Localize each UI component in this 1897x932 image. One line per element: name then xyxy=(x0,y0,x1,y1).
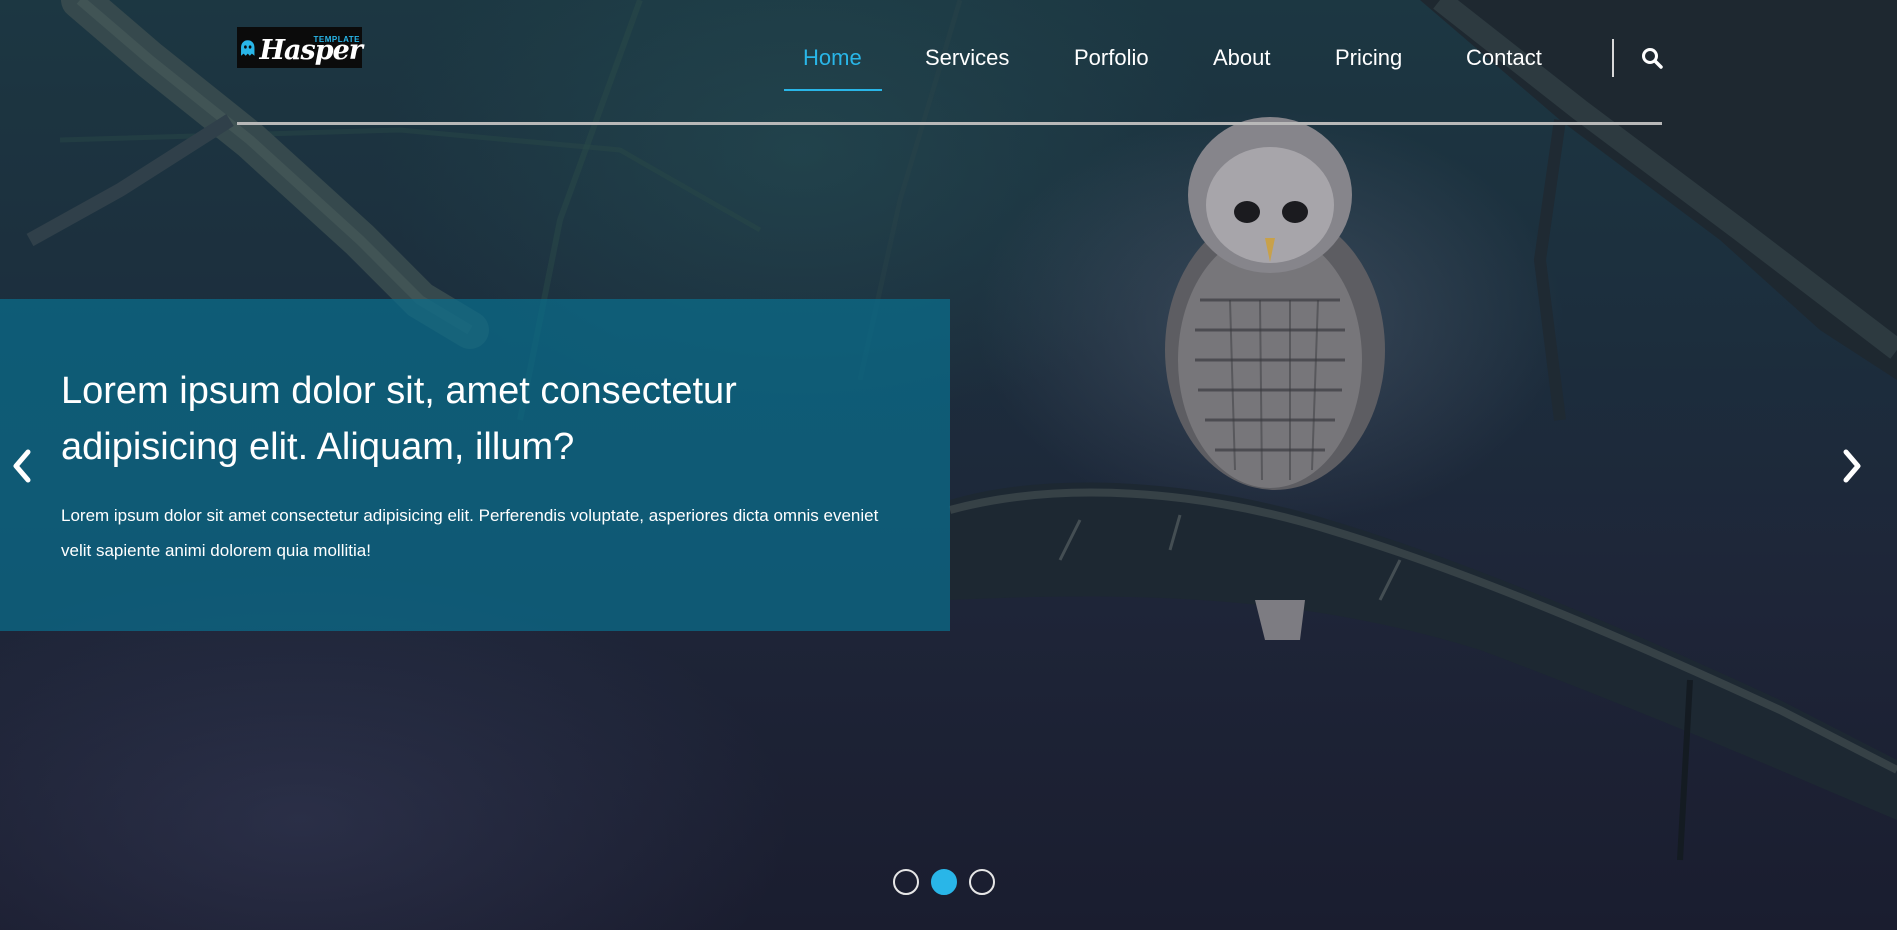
nav-item-services[interactable]: Services xyxy=(925,38,1009,78)
header-divider xyxy=(237,122,1662,125)
slide-indicators xyxy=(893,869,995,895)
slide-indicator-2[interactable] xyxy=(931,869,957,895)
nav-divider xyxy=(1612,39,1614,77)
nav-item-about[interactable]: About xyxy=(1213,38,1271,78)
slide-title: Lorem ipsum dolor sit, amet consectetur … xyxy=(61,370,737,468)
slide-description: Lorem ipsum dolor sit amet consectetur a… xyxy=(61,506,879,560)
nav-item-contact[interactable]: Contact xyxy=(1466,38,1542,78)
slide-indicator-3[interactable] xyxy=(969,869,995,895)
active-nav-indicator xyxy=(784,89,882,91)
brand-tagline: TEMPLATE xyxy=(313,35,360,44)
chevron-right-icon[interactable] xyxy=(1836,446,1866,486)
slide-indicator-1[interactable] xyxy=(893,869,919,895)
chevron-left-icon[interactable] xyxy=(8,446,38,486)
hero-slider: Hasper TEMPLATE Home Services Porfolio A… xyxy=(0,0,1897,930)
search-icon[interactable] xyxy=(1640,46,1664,70)
nav-item-pricing[interactable]: Pricing xyxy=(1335,38,1402,78)
slide-caption: Lorem ipsum dolor sit, amet consectetur … xyxy=(0,299,950,631)
brand-logo[interactable]: Hasper TEMPLATE xyxy=(237,27,363,68)
nav-item-porfolio[interactable]: Porfolio xyxy=(1074,38,1149,78)
ghost-icon xyxy=(241,39,255,56)
nav-item-home[interactable]: Home xyxy=(803,38,862,78)
